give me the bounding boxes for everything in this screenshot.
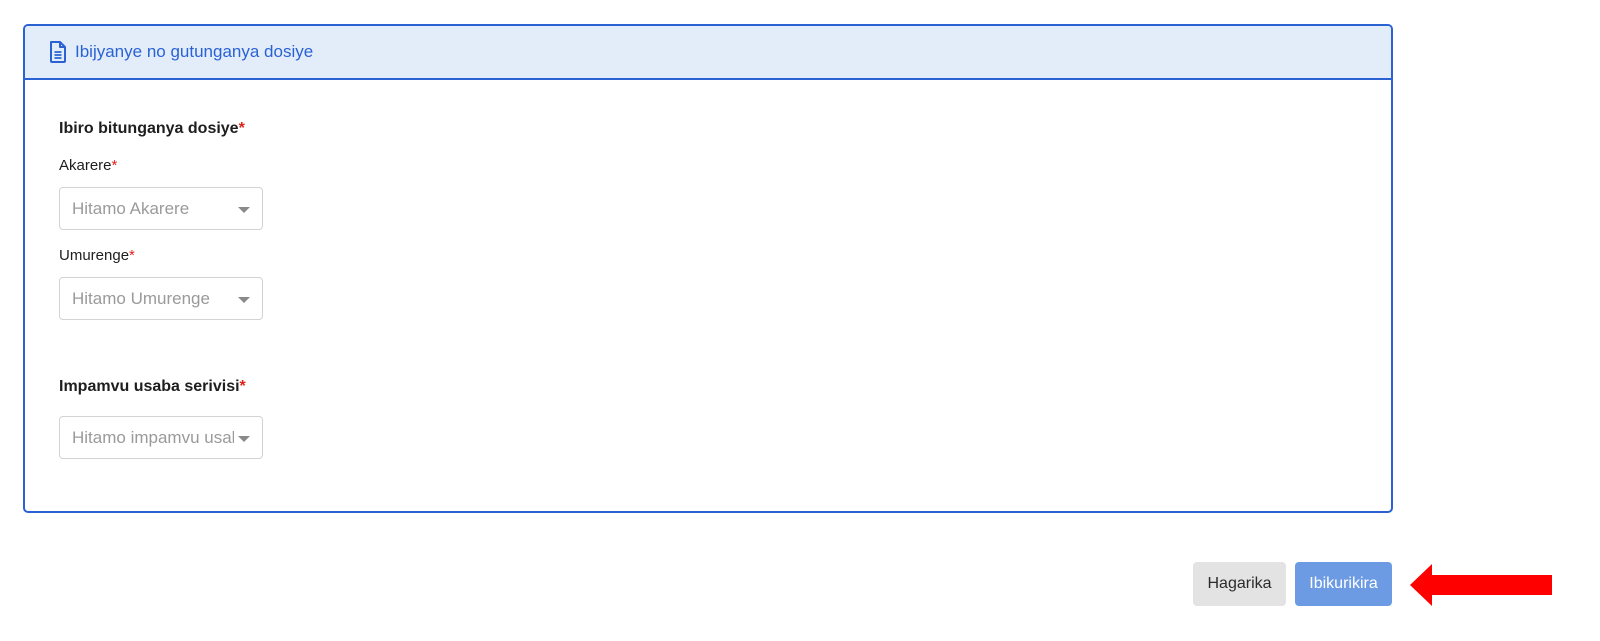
sector-label: Umurenge* xyxy=(59,247,135,264)
processing-card: Ibijyanye no gutunganya dosiye Ibiro bit… xyxy=(23,24,1393,513)
office-section-label: Ibiro bitunganya dosiye* xyxy=(59,120,245,138)
required-mark: * xyxy=(239,378,246,395)
chevron-down-icon xyxy=(238,297,250,303)
card-header: Ibijyanye no gutunganya dosiye xyxy=(25,26,1391,80)
reason-select[interactable]: Hitamo impamvu usaba serivisi xyxy=(59,416,263,459)
chevron-down-icon xyxy=(238,207,250,213)
next-button[interactable]: Ibikurikira xyxy=(1295,562,1392,606)
district-label-text: Akarere xyxy=(59,157,112,174)
sector-label-text: Umurenge xyxy=(59,247,130,264)
document-icon xyxy=(49,41,67,63)
district-label: Akarere* xyxy=(59,157,117,174)
district-placeholder: Hitamo Akarere xyxy=(72,198,190,218)
required-mark: * xyxy=(111,157,118,174)
cancel-button[interactable]: Hagarika xyxy=(1193,562,1286,606)
card-title: Ibijyanye no gutunganya dosiye xyxy=(75,42,314,61)
required-mark: * xyxy=(129,247,135,264)
office-section-text: Ibiro bitunganya dosiye xyxy=(59,120,239,137)
sector-select[interactable]: Hitamo Umurenge xyxy=(59,277,263,320)
reason-placeholder: Hitamo impamvu usaba serivisi xyxy=(72,427,234,447)
district-select[interactable]: Hitamo Akarere xyxy=(59,187,263,230)
sector-placeholder: Hitamo Umurenge xyxy=(72,288,210,308)
reason-section-label: Impamvu usaba serivisi* xyxy=(59,378,246,396)
required-mark: * xyxy=(238,120,245,137)
chevron-down-icon xyxy=(238,436,250,442)
red-arrow-left-icon xyxy=(1410,564,1552,606)
reason-section-text: Impamvu usaba serivisi xyxy=(59,378,240,395)
